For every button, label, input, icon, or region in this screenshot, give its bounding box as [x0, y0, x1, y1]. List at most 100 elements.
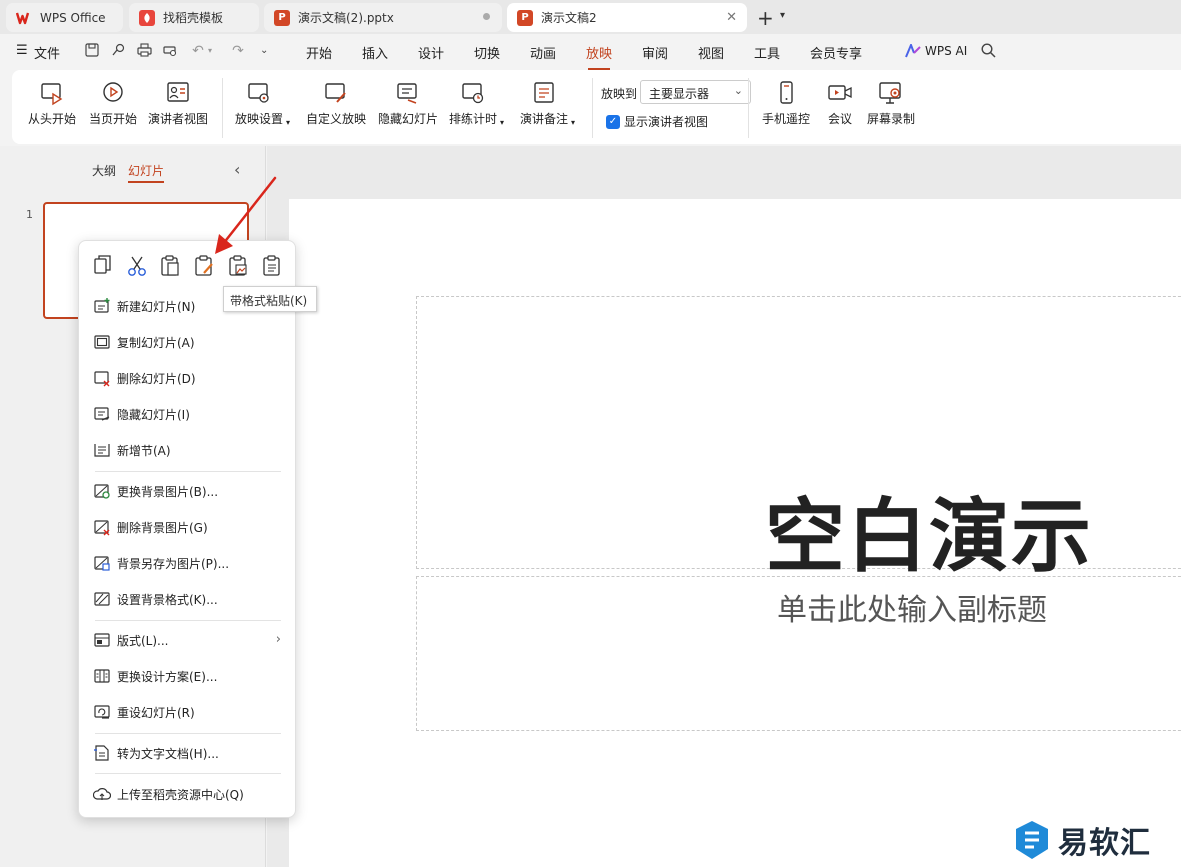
tab-ppt-file[interactable]: P 演示文稿(2).pptx	[264, 3, 502, 32]
custom-show-icon	[325, 83, 346, 103]
chevron-down-icon[interactable]: ▾	[780, 10, 785, 21]
menu-item-review[interactable]: 审阅	[642, 43, 668, 62]
speaker-notes-button[interactable]: 演讲备注	[520, 80, 568, 127]
cut-icon[interactable]	[125, 253, 149, 279]
menu-format-background[interactable]: 设置背景格式(K)...	[91, 584, 285, 614]
tab-docer-templates[interactable]: 找稻壳模板	[129, 3, 259, 32]
from-current-button[interactable]: 当页开始	[89, 80, 137, 127]
tab-outline[interactable]: 大纲	[92, 162, 116, 179]
notes-icon	[534, 82, 554, 103]
custom-show-button[interactable]: 自定义放映	[306, 80, 366, 127]
menu-convert-to-doc[interactable]: 转为文字文档(H)...	[91, 738, 285, 768]
search-icon[interactable]	[981, 43, 996, 61]
play-circle-icon	[103, 82, 123, 102]
menu-file[interactable]: 文件	[34, 43, 60, 62]
print-icon[interactable]	[136, 43, 152, 59]
menu-upload-resource[interactable]: 上传至稻壳资源中心(Q)	[91, 779, 285, 809]
print-preview-icon[interactable]	[162, 43, 178, 59]
close-icon[interactable]: ✕	[726, 10, 737, 25]
export-icon[interactable]	[110, 43, 126, 59]
menu-item-home[interactable]: 开始	[306, 43, 332, 62]
divider	[95, 733, 281, 734]
save-icon[interactable]	[84, 43, 100, 59]
save-background-icon	[94, 556, 110, 571]
phone-remote-button[interactable]: 手机遥控	[762, 80, 810, 127]
menu-change-background[interactable]: 更换背景图片(B)...	[91, 476, 285, 506]
add-section-icon	[94, 444, 110, 457]
delete-background-icon	[94, 520, 110, 536]
paste-icon[interactable]	[158, 253, 182, 279]
tab-slides[interactable]: 幻灯片	[128, 162, 165, 183]
menu-save-background[interactable]: 背景另存为图片(P)...	[91, 548, 285, 578]
menu-delete-background[interactable]: 删除背景图片(G)	[91, 512, 285, 542]
new-tab-button[interactable]: +	[757, 6, 774, 30]
tab-ppt-active[interactable]: P 演示文稿2 ✕	[507, 3, 747, 32]
checkbox-checked-icon: ✓	[606, 114, 620, 129]
divider	[748, 78, 749, 138]
new-slide-icon	[94, 298, 110, 313]
context-menu: 新建幻灯片(N) 复制幻灯片(A) 删除幻灯片(D) 隐藏幻灯片(I) 新增节(…	[78, 240, 296, 818]
slide-subtitle: 单击此处输入副标题	[777, 593, 1047, 628]
screen-record-icon	[879, 82, 901, 104]
menu-item-view[interactable]: 视图	[698, 43, 724, 62]
presenter-view-icon	[167, 82, 189, 102]
slide[interactable]: 空白演示 单击此处输入副标题	[289, 199, 1181, 867]
menu-item-membership[interactable]: 会员专享	[810, 43, 862, 62]
tab-wps-office[interactable]: WPS Office	[6, 3, 123, 32]
monitor-select[interactable]: 主要显示器 ⌄	[640, 80, 751, 104]
hamburger-icon[interactable]: ☰	[16, 43, 28, 58]
watermark-text: 易软汇	[1058, 826, 1151, 861]
menu-item-design[interactable]: 设计	[418, 43, 444, 62]
tab-label: WPS Office	[40, 10, 106, 25]
settings-icon	[248, 83, 269, 103]
timer-icon	[462, 83, 484, 104]
chevron-down-icon: ▾	[571, 118, 576, 127]
menu-item-transition[interactable]: 切换	[474, 43, 500, 62]
menu-duplicate-slide[interactable]: 复制幻灯片(A)	[91, 327, 285, 357]
format-background-icon	[94, 592, 110, 606]
menu-layout[interactable]: 版式(L)... ›	[91, 625, 285, 655]
redo-icon[interactable]: ↷	[230, 43, 246, 59]
divider	[592, 78, 593, 138]
menu-hide-slide[interactable]: 隐藏幻灯片(I)	[91, 399, 285, 429]
show-settings-button[interactable]: 放映设置	[235, 80, 283, 127]
meeting-button[interactable]: 会议	[827, 80, 853, 127]
menu-add-section[interactable]: 新增节(A)	[91, 435, 285, 465]
menu-item-animation[interactable]: 动画	[530, 43, 556, 62]
rehearse-timing-button[interactable]: 排练计时	[449, 80, 497, 127]
chevron-down-icon[interactable]: ▾	[208, 46, 212, 55]
hide-slide-button[interactable]: 隐藏幻灯片	[378, 80, 438, 127]
screen-record-button[interactable]: 屏幕录制	[867, 80, 915, 127]
convert-to-doc-icon	[94, 745, 109, 761]
undo-icon[interactable]: ↶	[190, 43, 206, 59]
menu-item-slideshow[interactable]: 放映	[586, 43, 612, 70]
divider	[95, 471, 281, 472]
phone-icon	[780, 81, 793, 104]
reset-slide-icon	[94, 705, 110, 719]
divider	[95, 773, 281, 774]
wps-ai-button[interactable]: WPS AI	[925, 44, 967, 58]
copy-icon[interactable]	[91, 253, 115, 279]
chevron-down-icon: ▾	[500, 118, 505, 127]
tab-bar: WPS Office 找稻壳模板 P 演示文稿(2).pptx P 演示文稿2 …	[0, 0, 1181, 34]
from-start-button[interactable]: 从头开始	[28, 80, 76, 127]
show-presenter-checkbox[interactable]: ✓ 显示演讲者视图	[606, 113, 708, 130]
menu-delete-slide[interactable]: 删除幻灯片(D)	[91, 363, 285, 393]
hide-slide-icon	[397, 83, 417, 104]
chevron-down-icon[interactable]: ⌄	[260, 45, 268, 56]
divider	[95, 620, 281, 621]
watermark-logo-icon	[1016, 821, 1048, 859]
menu-change-design[interactable]: 更换设计方案(E)...	[91, 661, 285, 691]
tab-label: 演示文稿(2).pptx	[298, 11, 394, 25]
slide-canvas: 空白演示 单击此处输入副标题	[267, 146, 1181, 867]
menu-item-tools[interactable]: 工具	[754, 43, 780, 62]
menu-bar: ☰ 文件 ↶ ▾ ↷ ⌄ 开始 插入 设计 切换 动画 放映 审阅 视图 工具 …	[0, 34, 1181, 70]
slide-number: 1	[26, 208, 33, 221]
menu-reset-slide[interactable]: 重设幻灯片(R)	[91, 697, 285, 727]
wps-ai-icon[interactable]	[905, 42, 921, 61]
ppt-icon: P	[274, 9, 290, 26]
menu-item-insert[interactable]: 插入	[362, 43, 388, 62]
ribbon-slideshow: 从头开始 当页开始 演讲者视图 放映设置 ▾ 自定义放映 隐藏幻灯片 排练计时 …	[12, 70, 1181, 144]
annotation-arrow	[215, 176, 277, 254]
presenter-view-button[interactable]: 演讲者视图	[148, 80, 208, 127]
